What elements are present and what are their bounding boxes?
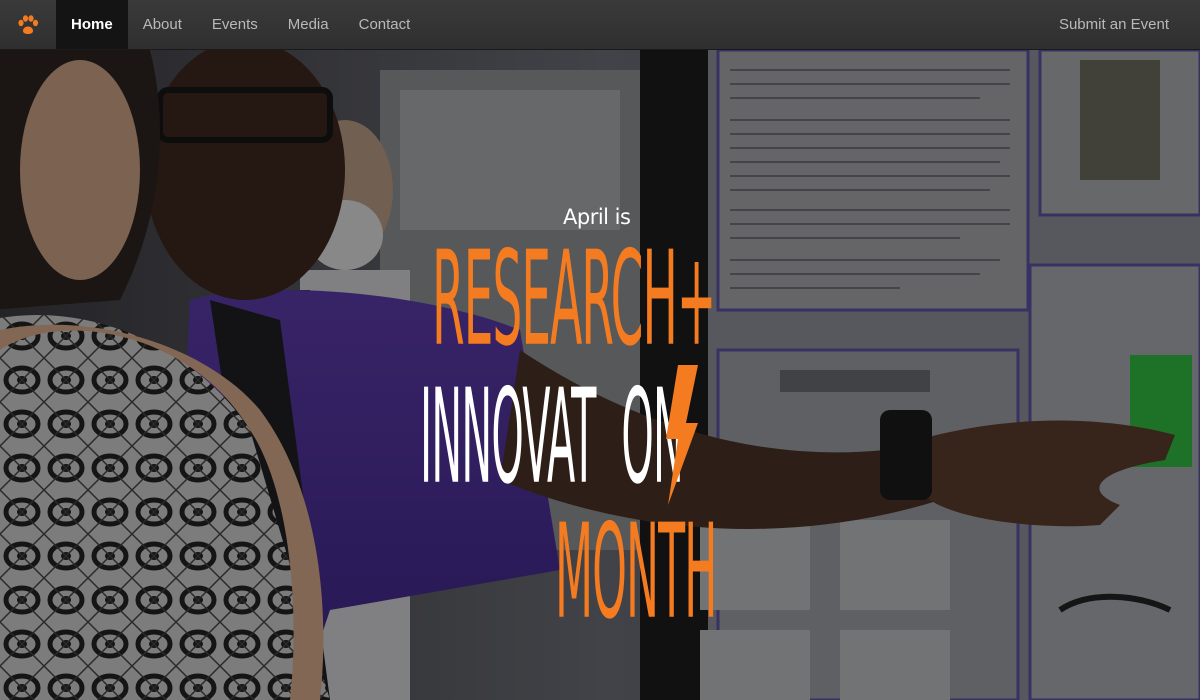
nav-item-events[interactable]: Events [197, 0, 273, 49]
hero-banner: April is RESEARCH+ INNOVAT ON MONTH [0, 50, 1200, 700]
hero-title-innovation: INNOVAT ON [420, 373, 684, 504]
nav-item-about[interactable]: About [128, 0, 197, 49]
brand-logo[interactable] [0, 0, 56, 49]
paw-icon [18, 14, 39, 34]
submit-event-link[interactable]: Submit an Event [1059, 0, 1200, 49]
nav-item-contact[interactable]: Contact [344, 0, 426, 49]
hero-title-month: MONTH [555, 497, 717, 650]
nav-item-media[interactable]: Media [273, 0, 344, 49]
page: Home About Events Media Contact Submit a… [0, 0, 1200, 700]
top-navbar: Home About Events Media Contact Submit a… [0, 0, 1200, 50]
hero-title-research: RESEARCH+ [432, 224, 716, 377]
innovation-part1: INNOVAT [420, 362, 596, 515]
nav-item-home[interactable]: Home [56, 0, 128, 49]
nav-links: Home About Events Media Contact [56, 0, 425, 49]
lightning-bolt-icon [666, 365, 698, 505]
